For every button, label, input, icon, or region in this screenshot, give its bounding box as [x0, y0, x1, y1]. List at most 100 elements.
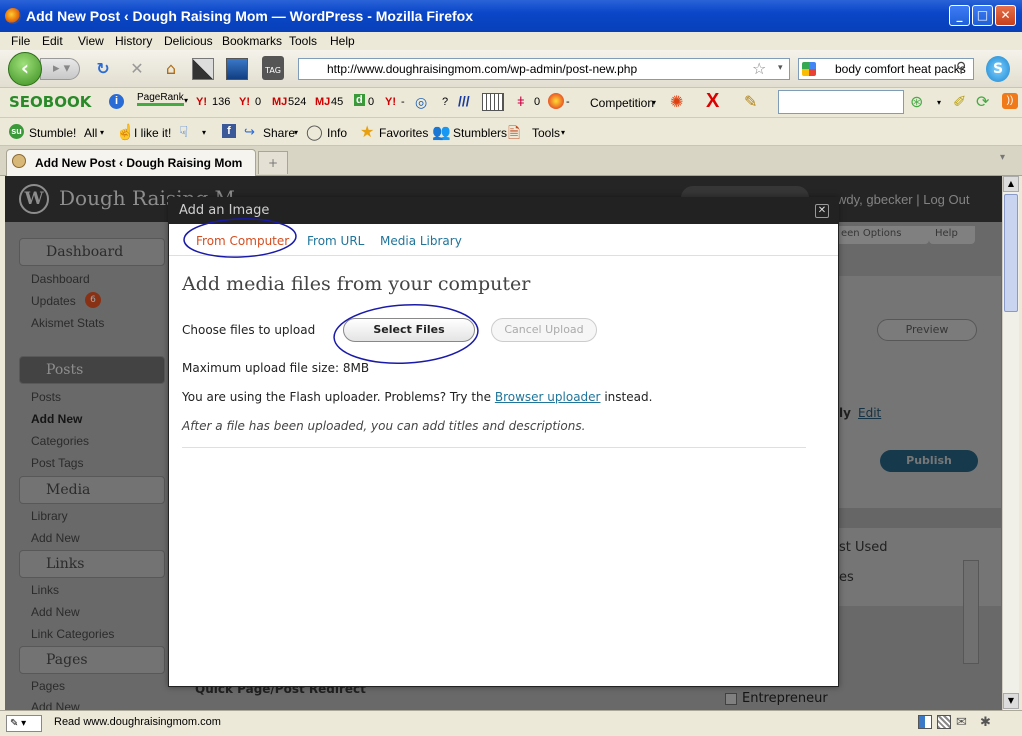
new-tab-button[interactable]: + — [258, 151, 288, 174]
status-window-icon[interactable] — [918, 715, 932, 729]
menu-edit[interactable]: Edit — [42, 34, 63, 48]
seo-go-icon[interactable]: ⊛ — [910, 92, 923, 112]
pencil-icon[interactable]: ✐ — [953, 92, 966, 112]
tab-list-icon[interactable]: ▾ — [1000, 152, 1005, 163]
back-button[interactable]: ‹ — [8, 52, 42, 86]
url-dropdown-icon[interactable]: ▾ — [778, 63, 783, 73]
dmoz-metric-value[interactable]: 0 — [368, 96, 374, 108]
sun-icon[interactable] — [548, 93, 564, 109]
facebook-icon[interactable]: f — [222, 124, 236, 138]
yahoo-metric-value[interactable]: - — [401, 96, 405, 108]
pagerank-dropdown-icon[interactable]: ▾ — [184, 96, 188, 105]
stumblers-icon[interactable]: 👥 — [432, 123, 451, 141]
majestic-metric-value[interactable]: 524 — [288, 96, 306, 108]
info-bubble-icon[interactable]: ◯ — [306, 123, 323, 141]
stumblers-button[interactable]: Stumblers — [453, 126, 507, 140]
favorites-star-icon[interactable]: ★ — [360, 122, 374, 142]
menu-tools[interactable]: Tools — [289, 34, 317, 48]
tab-media-library[interactable]: Media Library — [380, 234, 462, 248]
menu-delicious[interactable]: Delicious — [164, 34, 213, 48]
stop-icon[interactable]: ✕ — [126, 58, 148, 80]
share-dropdown-icon[interactable]: ▾ — [294, 128, 298, 137]
tools-dropdown-icon[interactable]: ▾ — [561, 128, 565, 137]
x-icon[interactable]: X — [706, 90, 719, 113]
search-magnifier-icon[interactable]: ⚲ — [956, 60, 966, 76]
cancel-upload-button[interactable]: Cancel Upload — [491, 318, 597, 342]
archive-icon[interactable]: /// — [458, 93, 470, 109]
google-search-icon[interactable] — [802, 62, 816, 76]
people-metric-value[interactable]: 0 — [534, 96, 540, 108]
yahoo-metric-value[interactable]: 136 — [212, 96, 230, 108]
reload-icon[interactable]: ↻ — [92, 58, 114, 80]
add-image-dialog: Add an Image ✕ From Computer From URL Me… — [168, 197, 839, 687]
window-icon[interactable] — [226, 58, 248, 80]
rss-icon[interactable]: )) — [1002, 93, 1018, 109]
menu-history[interactable]: History — [115, 34, 152, 48]
dialog-close-icon[interactable]: ✕ — [815, 204, 829, 218]
yahoo-metric-label: Y! — [196, 96, 207, 108]
url-text: http://www.doughraisingmom.com/wp-admin/… — [327, 62, 638, 76]
maximize-button[interactable]: □ — [972, 5, 993, 26]
spider-icon[interactable]: ✺ — [670, 92, 683, 112]
search-input[interactable]: body comfort heat packs — [798, 58, 974, 80]
tools-icon[interactable]: 🗎 — [508, 123, 520, 148]
majestic-metric-value[interactable]: 45 — [331, 96, 343, 108]
calendar-icon[interactable] — [482, 93, 504, 111]
people-icon[interactable]: ǂ — [517, 94, 525, 109]
share-button[interactable]: Share — [263, 126, 295, 140]
search-text: body comfort heat packs — [835, 62, 966, 76]
sun-metric-value[interactable]: - — [566, 96, 570, 108]
tab-from-url[interactable]: From URL — [307, 234, 364, 248]
info-icon[interactable]: i — [109, 94, 124, 109]
all-dropdown-icon[interactable]: ▾ — [100, 128, 104, 137]
minimize-button[interactable]: _ — [949, 5, 970, 26]
competition-dropdown-icon[interactable]: ▾ — [652, 98, 656, 107]
scroll-down-icon[interactable]: ▼ — [1003, 693, 1019, 709]
menu-help[interactable]: Help — [330, 34, 355, 48]
browser-uploader-link[interactable]: Browser uploader — [495, 390, 601, 404]
status-text: Read www.doughraisingmom.com — [54, 716, 221, 728]
seobook-logo[interactable]: SEOBOOK — [9, 93, 91, 111]
status-grid-icon[interactable] — [937, 715, 951, 729]
menu-bookmarks[interactable]: Bookmarks — [222, 34, 282, 48]
menu-file[interactable]: File — [11, 34, 30, 48]
select-files-button[interactable]: Select Files — [343, 318, 475, 342]
dislike-dropdown-icon[interactable]: ▾ — [202, 128, 206, 137]
home-icon[interactable]: ⌂ — [160, 58, 182, 80]
tag-icon[interactable]: TAG — [262, 56, 284, 80]
seo-dropdown-icon[interactable]: ▾ — [937, 98, 941, 107]
pagerank-label[interactable]: PageRank — [137, 92, 184, 106]
screenshot-icon[interactable] — [192, 58, 214, 80]
refresh-seo-icon[interactable]: ⟳ — [976, 92, 989, 112]
scroll-up-icon[interactable]: ▲ — [1003, 176, 1019, 192]
status-tool-dropdown[interactable]: ✎ ▾ — [6, 715, 42, 732]
thumbs-down-icon[interactable]: ☟ — [179, 123, 188, 141]
bookmark-star-icon[interactable]: ☆ — [752, 59, 766, 78]
favorites-button[interactable]: Favorites — [379, 126, 428, 140]
page-scrollbar[interactable]: ▲ ▼ — [1002, 176, 1019, 710]
forward-button[interactable]: ▸ ▾ — [40, 58, 80, 80]
unknown-metric[interactable]: ? — [442, 96, 448, 108]
stumble-button[interactable]: Stumble! — [29, 126, 76, 140]
status-bug-icon[interactable]: ✱ — [980, 714, 991, 730]
tab-from-computer[interactable]: From Computer — [196, 234, 289, 248]
thumbs-up-icon[interactable]: ☝ — [116, 123, 135, 141]
yahoo-metric-value[interactable]: 0 — [255, 96, 261, 108]
note-edit-icon[interactable]: ✎ — [744, 92, 757, 112]
competition-menu[interactable]: Competition — [590, 96, 654, 110]
stumbleupon-icon[interactable]: su — [9, 124, 24, 139]
tools-button[interactable]: Tools — [532, 126, 560, 140]
status-mail-icon[interactable]: ✉ — [956, 714, 967, 730]
share-icon[interactable]: ↪ — [244, 124, 255, 140]
menu-view[interactable]: View — [78, 34, 104, 48]
tab-add-new-post[interactable]: Add New Post ‹ Dough Raising Mom ... — [6, 149, 256, 196]
target-icon[interactable]: ◎ — [415, 94, 427, 111]
all-dropdown[interactable]: All — [84, 126, 97, 140]
close-window-button[interactable]: ✕ — [995, 5, 1016, 26]
seo-search-input[interactable] — [778, 90, 904, 114]
scroll-thumb[interactable] — [1004, 194, 1018, 312]
info-button[interactable]: Info — [327, 126, 347, 140]
address-bar[interactable]: http://www.doughraisingmom.com/wp-admin/… — [298, 58, 790, 80]
skype-icon[interactable]: S — [986, 56, 1010, 82]
like-button[interactable]: I like it! — [134, 126, 171, 140]
